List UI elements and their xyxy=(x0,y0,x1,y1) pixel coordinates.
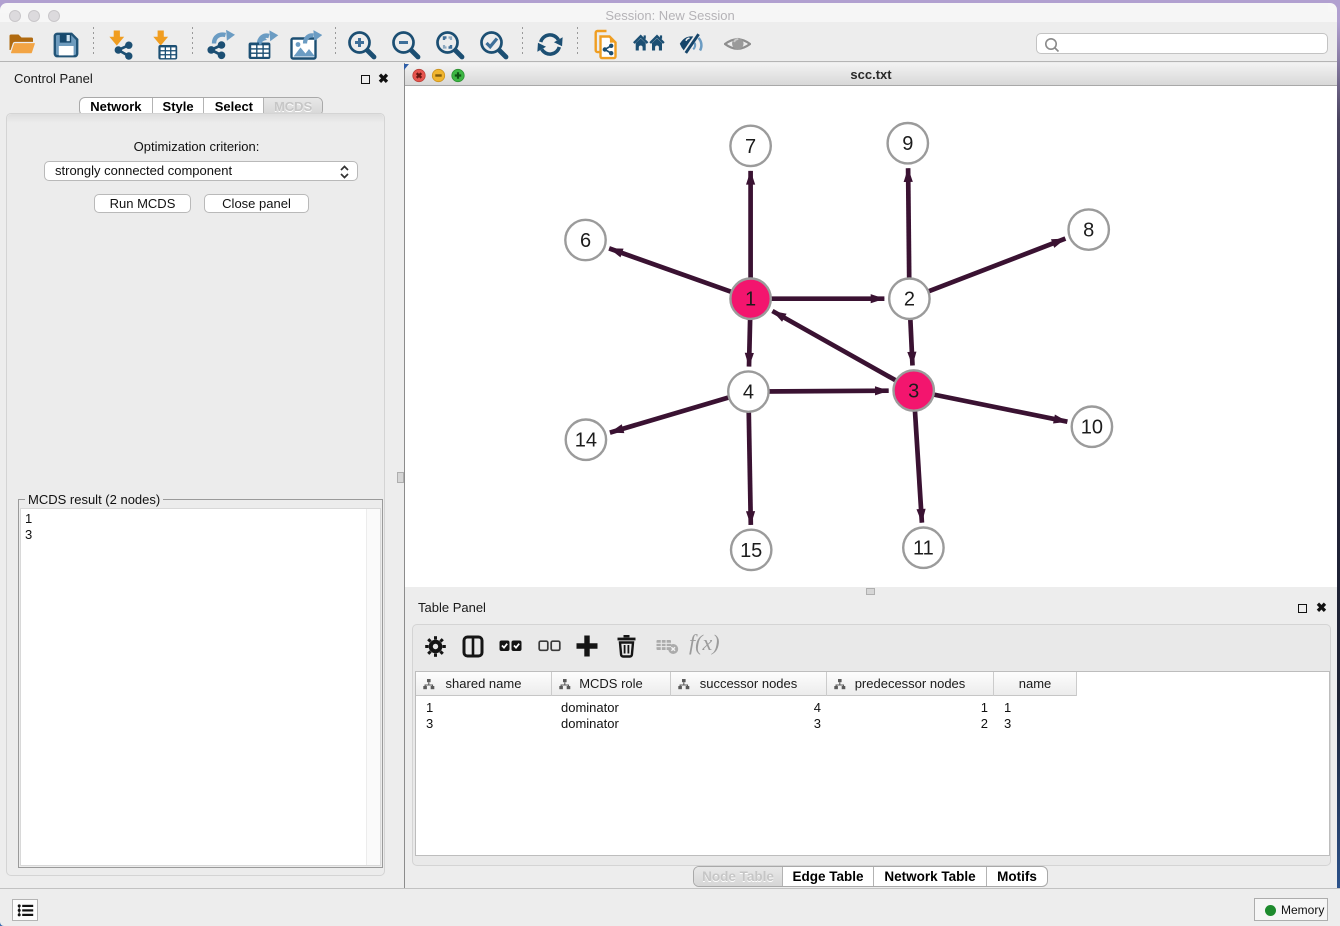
svg-text:15: 15 xyxy=(740,540,762,562)
svg-text:4: 4 xyxy=(743,382,754,404)
svg-text:1: 1 xyxy=(745,289,756,311)
svg-text:3: 3 xyxy=(908,381,919,403)
svg-text:2: 2 xyxy=(904,289,915,311)
svg-text:11: 11 xyxy=(913,538,934,560)
svg-text:10: 10 xyxy=(1081,417,1103,439)
svg-text:9: 9 xyxy=(902,133,913,155)
svg-text:7: 7 xyxy=(745,136,756,158)
svg-text:6: 6 xyxy=(580,230,591,252)
svg-text:8: 8 xyxy=(1083,220,1094,242)
svg-text:14: 14 xyxy=(575,430,597,452)
